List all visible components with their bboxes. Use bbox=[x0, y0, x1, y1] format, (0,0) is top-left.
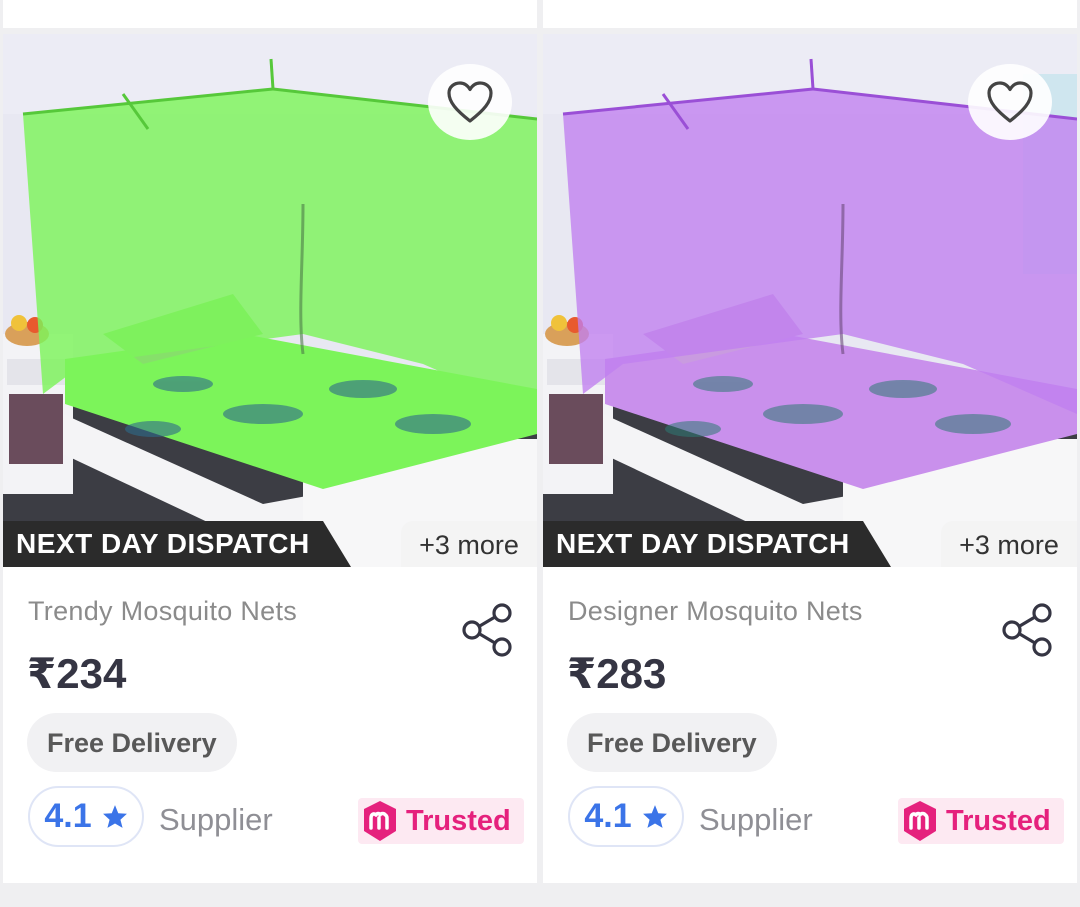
product-price: ₹283 bbox=[567, 650, 667, 697]
free-delivery-tag: Free Delivery bbox=[27, 713, 237, 772]
product-title[interactable]: Designer Mosquito Nets bbox=[568, 596, 863, 627]
free-delivery-tag: Free Delivery bbox=[567, 713, 777, 772]
product-image[interactable]: NEXT DAY DISPATCH +3 more bbox=[543, 34, 1077, 567]
product-image[interactable]: NEXT DAY DISPATCH +3 more bbox=[3, 34, 537, 567]
trusted-badge: Trusted bbox=[898, 798, 1064, 844]
dispatch-badge: NEXT DAY DISPATCH bbox=[543, 521, 891, 567]
product-price: ₹234 bbox=[27, 650, 127, 697]
dispatch-badge: NEXT DAY DISPATCH bbox=[3, 521, 351, 567]
more-options-badge[interactable]: +3 more bbox=[941, 521, 1077, 567]
trusted-label: Trusted bbox=[946, 804, 1051, 837]
supplier-label: Supplier bbox=[159, 802, 273, 837]
rating-value: 4.1 bbox=[44, 797, 92, 835]
star-icon bbox=[102, 805, 127, 828]
product-title[interactable]: Trendy Mosquito Nets bbox=[28, 596, 297, 627]
product-card[interactable]: NEXT DAY DISPATCH +3 more Designer Mosqu… bbox=[543, 34, 1077, 883]
wishlist-button[interactable] bbox=[968, 64, 1052, 140]
share-button[interactable] bbox=[459, 600, 515, 660]
rating-badge: 4.1 bbox=[568, 786, 684, 847]
more-options-badge[interactable]: +3 more bbox=[401, 521, 537, 567]
previous-card-bottom bbox=[543, 0, 1077, 28]
heart-outline-icon bbox=[987, 81, 1033, 123]
rating-badge: 4.1 bbox=[28, 786, 144, 847]
star-icon bbox=[642, 805, 667, 828]
previous-card-bottom bbox=[3, 0, 537, 28]
meesho-m-icon bbox=[364, 801, 396, 841]
meesho-m-icon bbox=[904, 801, 936, 841]
share-button[interactable] bbox=[999, 600, 1055, 660]
supplier-label: Supplier bbox=[699, 802, 813, 837]
product-card[interactable]: NEXT DAY DISPATCH +3 more Trendy Mosquit… bbox=[3, 34, 537, 883]
rating-value: 4.1 bbox=[584, 797, 632, 835]
trusted-badge: Trusted bbox=[358, 798, 524, 844]
heart-outline-icon bbox=[447, 81, 493, 123]
trusted-label: Trusted bbox=[406, 804, 511, 837]
share-icon bbox=[1002, 603, 1052, 657]
share-icon bbox=[462, 603, 512, 657]
wishlist-button[interactable] bbox=[428, 64, 512, 140]
